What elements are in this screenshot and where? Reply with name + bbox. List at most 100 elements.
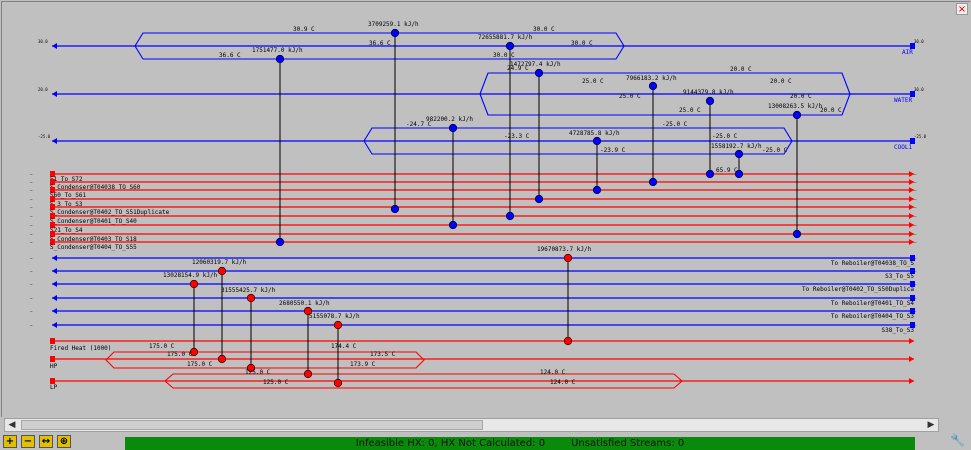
hx-air-1-node-bottom bbox=[390, 204, 400, 214]
fit-width-button[interactable]: ↔ bbox=[39, 435, 53, 448]
hx-hp-2-node-top bbox=[189, 279, 199, 289]
temp-label-17: -25.0 C bbox=[662, 121, 688, 128]
temp-label-8: 20.0 C bbox=[730, 66, 752, 73]
hx-cool1-3-node-top bbox=[734, 149, 744, 159]
hx-lp-2-node-bottom bbox=[333, 378, 343, 388]
temp-label-29: 124.0 C bbox=[540, 369, 566, 376]
hot-stream-out-temp-6: — bbox=[914, 223, 917, 228]
cold-stream-label-4: To Reboiler@T0404_TO_S3 bbox=[831, 313, 914, 320]
lp-label: LP bbox=[50, 384, 58, 391]
hx-cool1-2-node-top bbox=[592, 136, 602, 146]
hot-stream-label-4: S_Condenser@T0402_TO_S51Duplicate bbox=[50, 209, 170, 216]
fired-heat-label: Fired Heat (1000) bbox=[50, 345, 111, 352]
cold-stream-temp-4: — bbox=[30, 309, 33, 314]
temp-label-24: 174.4 C bbox=[331, 343, 357, 350]
hot-stream-out-temp-1: — bbox=[914, 180, 917, 185]
hx-duty-5: 9144379.8 kJ/h bbox=[683, 89, 734, 96]
hx-duty-12: 13028154.9 kJ/h bbox=[163, 272, 218, 279]
wrench-icon[interactable]: 🔧 bbox=[950, 433, 965, 447]
temp-label-23: 175.0 C bbox=[187, 361, 213, 368]
cold-stream-temp-5: — bbox=[30, 323, 33, 328]
scroll-left-icon[interactable]: ◀ bbox=[5, 419, 19, 431]
hx-duty-10: 19670873.7 kJ/h bbox=[537, 246, 592, 253]
hx-duty-2: 1751477.0 kJ/h bbox=[252, 47, 303, 54]
hx-water-3-node-top bbox=[705, 96, 715, 106]
hx-duty-11: 12060319.7 kJ/h bbox=[192, 259, 247, 266]
temp-label-16: -23.9 C bbox=[600, 147, 626, 154]
hx-duty-1: 72655881.7 kJ/h bbox=[478, 34, 533, 41]
cold-stream-temp-1: — bbox=[30, 269, 33, 274]
water-supply-temp: 30.0 bbox=[914, 87, 924, 92]
horizontal-scrollbar[interactable]: ◀ ▶ bbox=[4, 418, 939, 432]
hot-stream-out-temp-4: — bbox=[914, 205, 917, 210]
hx-fired-1-node-bottom bbox=[563, 336, 573, 346]
hx-air-3-node-top bbox=[275, 54, 285, 64]
cold-stream-out-temp-5: — bbox=[914, 323, 917, 328]
hx-cool1-1-node-bottom bbox=[448, 220, 458, 230]
hx-water-1-node-bottom bbox=[534, 194, 544, 204]
hx-lp-2-node-top bbox=[333, 320, 343, 330]
hx-cool1-1-node-top bbox=[448, 123, 458, 133]
temp-label-7: 25.0 C bbox=[619, 93, 641, 100]
cold-stream-5-arrow bbox=[52, 322, 57, 328]
hx-water-1-node-top bbox=[534, 68, 544, 78]
cold-stream-label-3: To Reboiler@T0401_TO_S4 bbox=[831, 300, 914, 307]
cold-stream-label-5: S38_To_S3 bbox=[881, 327, 914, 334]
scroll-right-icon[interactable]: ▶ bbox=[924, 419, 938, 431]
cool1-target-temp: -25.0 bbox=[38, 134, 51, 139]
hot-stream-temp-2: — bbox=[30, 188, 33, 193]
hp-label: HP bbox=[50, 363, 58, 370]
zoom-toolbar: + − ↔ ⊕ bbox=[3, 435, 71, 449]
hx-water-4-node-bottom bbox=[792, 229, 802, 239]
utility-stream-cool1-arrow bbox=[52, 138, 57, 144]
zoom-in-button[interactable]: + bbox=[3, 435, 17, 448]
fit-all-button[interactable]: ⊕ bbox=[57, 435, 71, 448]
hot-stream-out-temp-0: — bbox=[914, 172, 917, 177]
cool1-stream-label: COOL1 bbox=[894, 144, 912, 151]
hx-cool1-2-node-bottom bbox=[592, 185, 602, 195]
cold-stream-3-arrow bbox=[52, 295, 57, 301]
temp-label-2: 36.6 C bbox=[369, 40, 391, 47]
hen-grid-diagram[interactable]: 30.0 30.0 AIR 20.0 30.0 WATER -25.0 -25.0 COOL1—… bbox=[1, 1, 970, 417]
hx-duty-15: 5155078.7 kJ/h bbox=[309, 313, 360, 320]
hx-lp-1-node-bottom bbox=[303, 369, 313, 379]
hot-utility-hp-end bbox=[50, 356, 55, 362]
cold-stream-temp-3: — bbox=[30, 296, 33, 301]
hen-grid-svg[interactable]: 30.0 30.0AIR20.0 30.0WATER-25.0 -25.0COOL1—… bbox=[2, 2, 970, 417]
temp-label-18: -25.0 C bbox=[712, 133, 738, 140]
temp-label-21: 175.0 C bbox=[149, 343, 175, 350]
scrollbar-thumb[interactable] bbox=[21, 420, 483, 430]
temp-label-4: 30.0 C bbox=[493, 52, 515, 59]
hot-utility-fired-heat-arrow bbox=[909, 338, 914, 344]
close-icon[interactable]: × bbox=[956, 3, 968, 15]
cold-stream-out-temp-3: — bbox=[914, 296, 917, 301]
utility-stream-water-arrow bbox=[52, 91, 57, 97]
water-stream-label: WATER bbox=[894, 97, 912, 104]
cold-stream-4-arrow bbox=[52, 308, 57, 314]
temp-label-28: 125.0 C bbox=[263, 379, 289, 386]
temp-label-19: -25.0 C bbox=[762, 147, 788, 154]
hx-hp-3-node-top bbox=[246, 293, 256, 303]
cold-stream-label-1: S3_To_S5 bbox=[885, 273, 914, 280]
temp-label-13: 24.9 C bbox=[507, 65, 529, 72]
hot-stream-temp-1: — bbox=[30, 180, 33, 185]
temp-label-0: 30.9 C bbox=[293, 26, 315, 33]
hot-utility-lp-arrow bbox=[909, 378, 914, 384]
status-bar: Infeasible HX: 0, HX Not Calculated: 0 U… bbox=[125, 437, 915, 450]
temp-label-1: 36.6 C bbox=[219, 52, 241, 59]
temp-label-12: 20.0 C bbox=[820, 107, 842, 114]
temp-label-20: 65.9 C bbox=[716, 167, 738, 174]
hx-hp-1-node-top bbox=[217, 266, 227, 276]
zoom-out-button[interactable]: − bbox=[21, 435, 35, 448]
hx-air-2-node-top bbox=[505, 41, 515, 51]
infeasible-status: Infeasible HX: 0, HX Not Calculated: 0 bbox=[355, 438, 546, 449]
temp-label-26: 173.9 C bbox=[350, 361, 376, 368]
cold-stream-temp-2: — bbox=[30, 282, 33, 287]
cold-stream-label-2: To Reboiler@T0402_TO_S50Duplica bbox=[802, 286, 914, 293]
hx-water-4-node-top bbox=[792, 110, 802, 120]
temp-label-5: 30.0 C bbox=[571, 40, 593, 47]
cold-stream-0-arrow bbox=[52, 255, 57, 261]
hx-duty-4: 7966183.2 kJ/h bbox=[626, 75, 677, 82]
hot-stream-temp-3: — bbox=[30, 197, 33, 202]
temp-label-9: 20.0 C bbox=[770, 78, 792, 85]
